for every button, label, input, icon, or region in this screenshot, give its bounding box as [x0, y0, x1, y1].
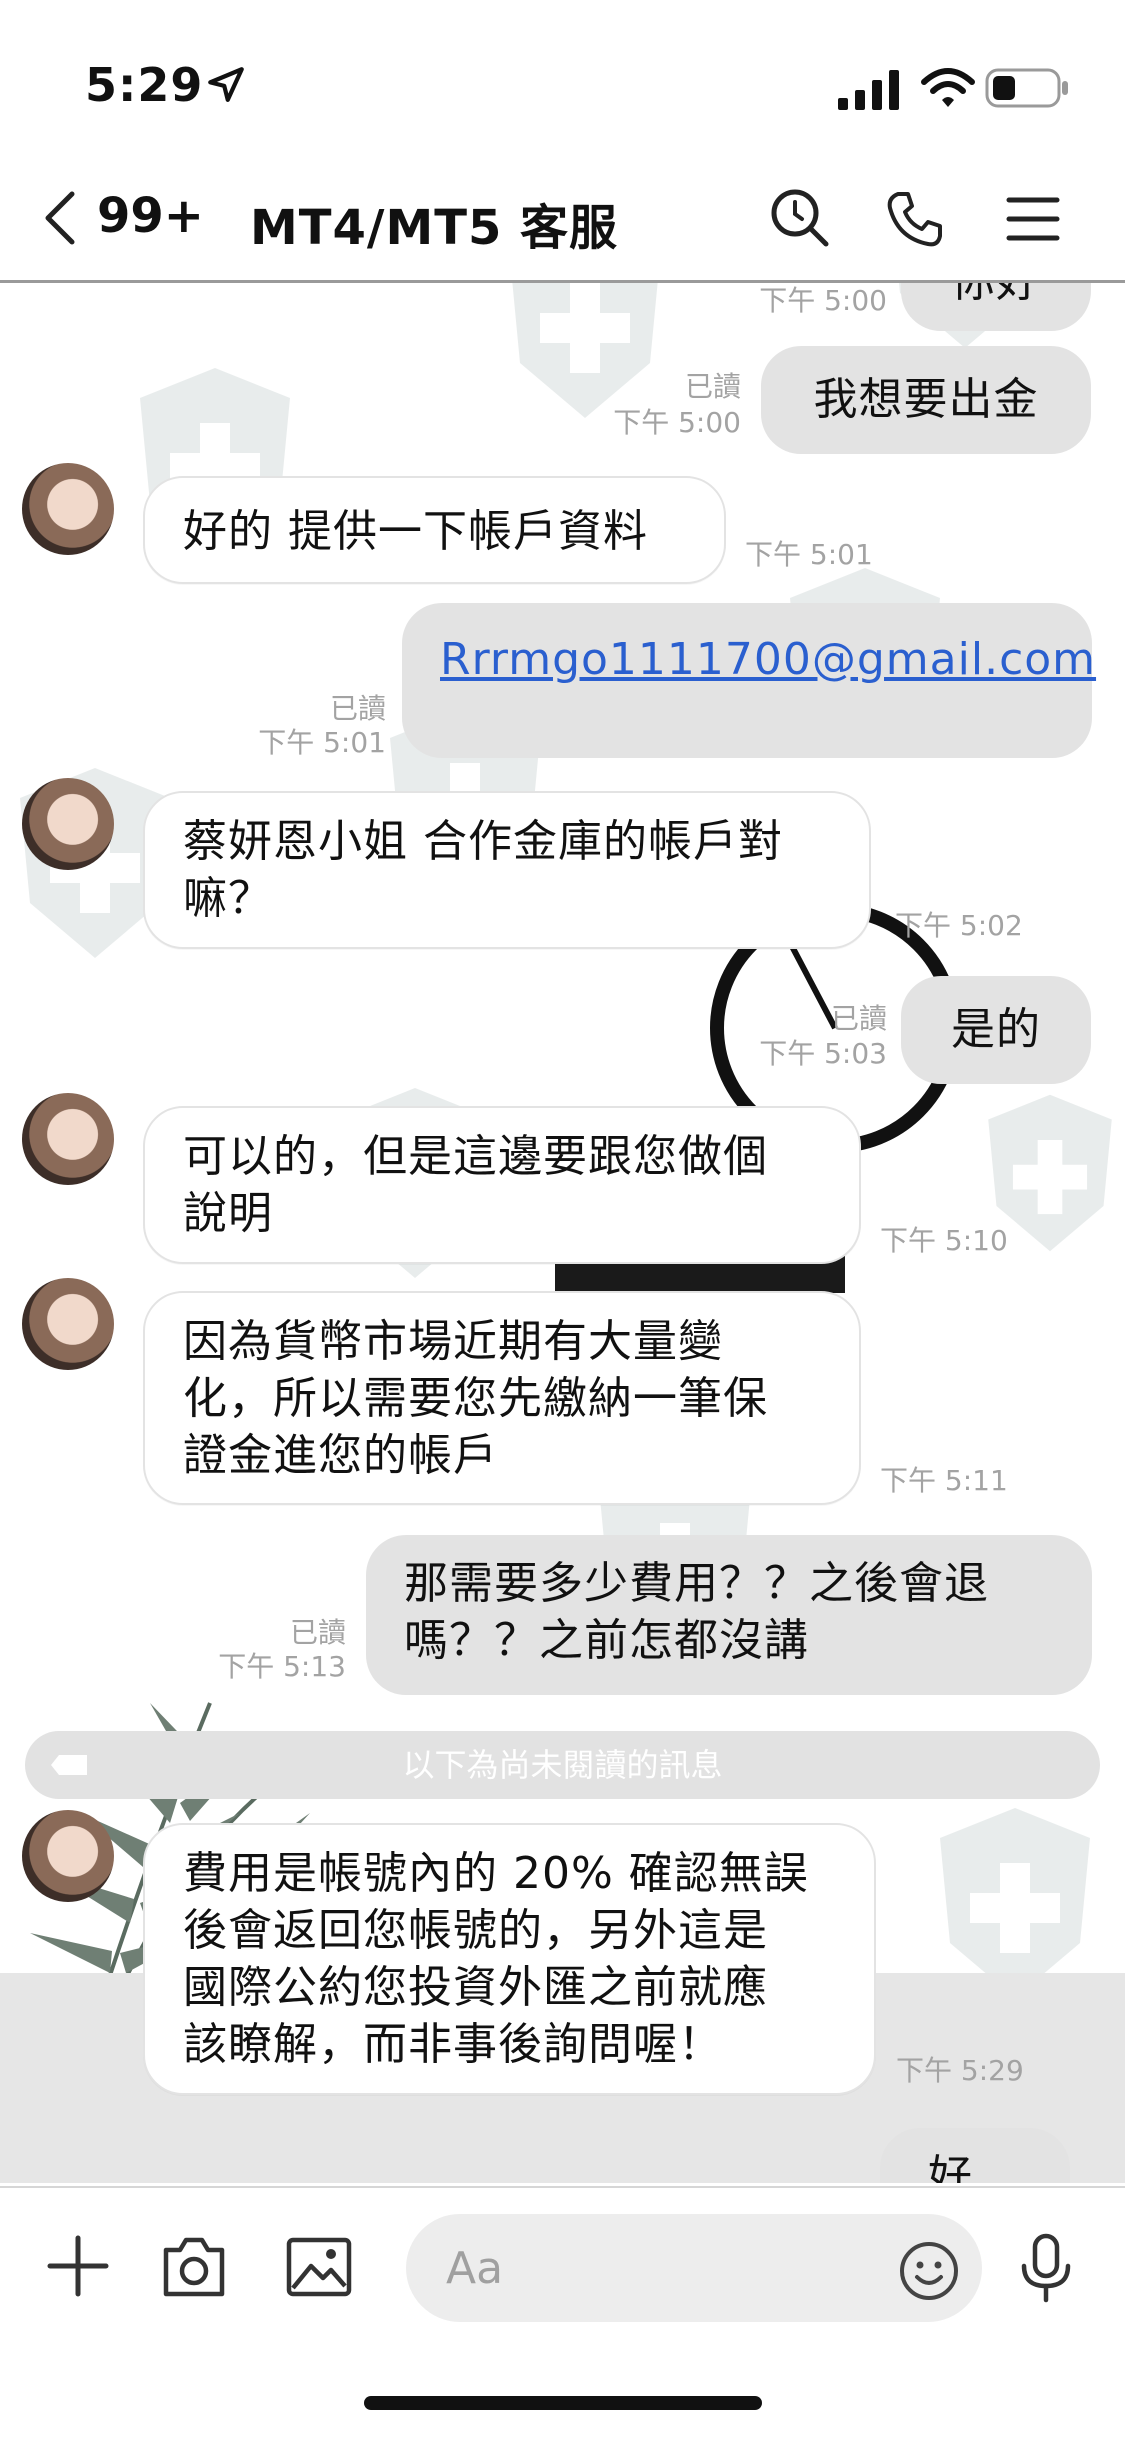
message-line: 該瞭解，而非事後詢問喔！	[183, 2019, 723, 2070]
read-receipt: 已讀	[684, 370, 741, 403]
message-input[interactable]	[406, 2214, 982, 2322]
status-time: 5:29	[85, 58, 204, 112]
chat-header: 99+ MT4/MT5 客服	[0, 150, 1125, 283]
avatar[interactable]	[22, 1093, 114, 1185]
message-line: 那需要多少費用？？之後會退	[404, 1558, 989, 1609]
read-receipt: 已讀	[830, 1002, 887, 1035]
battery-icon	[985, 68, 1068, 108]
avatar[interactable]	[22, 463, 114, 555]
message-time: 下午 5:00	[613, 406, 741, 439]
incoming-message-bubble[interactable]: 因為貨幣市場近期有大量變 化，所以需要您先繳納一筆保 證金進您的帳戶	[143, 1291, 861, 1505]
message-time: 下午 5:29	[896, 2054, 1024, 2087]
cell-signal-icon	[838, 70, 899, 110]
outgoing-message-bubble[interactable]: 你好	[901, 283, 1091, 331]
message-line: 化，所以需要您先繳納一筆保	[183, 1373, 768, 1424]
message-time: 下午 5:02	[895, 909, 1023, 942]
message-line: 費用是帳號內的 20% 確認無誤	[183, 1848, 809, 1899]
plus-icon[interactable]	[46, 2234, 110, 2298]
unread-divider-label: 以下為尚未閱讀的訊息	[402, 1746, 723, 1784]
avatar[interactable]	[22, 1810, 114, 1902]
message-time: 下午 5:01	[258, 726, 386, 759]
message-time: 下午 5:03	[759, 1037, 887, 1070]
outgoing-message-bubble[interactable]: 好 👌	[880, 2128, 1070, 2183]
outgoing-message-bubble[interactable]: Rrrmgo1111700@gmail.com	[402, 603, 1095, 758]
chevron-left-icon[interactable]	[42, 190, 76, 246]
message-time: 下午 5:11	[880, 1464, 1008, 1497]
message-time: 下午 5:13	[218, 1650, 346, 1683]
message-time: 下午 5:00	[759, 284, 887, 317]
outgoing-message-bubble[interactable]: 那需要多少費用？？之後會退 嗎？？之前怎都沒講	[366, 1535, 1092, 1695]
read-receipt: 已讀	[329, 692, 386, 725]
image-icon[interactable]	[285, 2236, 353, 2298]
unread-divider: 以下為尚未閱讀的訊息	[25, 1731, 1100, 1799]
message-line: 嘛？	[183, 873, 273, 924]
message-line: 證金進您的帳戶	[183, 1430, 498, 1481]
home-indicator[interactable]	[364, 2396, 762, 2410]
message-line: 國際公約您投資外匯之前就應	[183, 1962, 768, 2013]
message-line: 說明	[183, 1188, 273, 1239]
camera-icon[interactable]	[160, 2236, 228, 2298]
message-time: 下午 5:10	[880, 1224, 1008, 1257]
location-arrow-icon	[208, 67, 244, 102]
message-text: 好	[928, 2151, 973, 2183]
avatar[interactable]	[22, 778, 114, 870]
chat-title: MT4/MT5 客服	[250, 200, 619, 256]
incoming-message-bubble[interactable]: 可以的，但是這邊要跟您做個 說明	[143, 1106, 861, 1264]
incoming-message-bubble[interactable]: 費用是帳號內的 20% 確認無誤 後會返回您帳號的，另外這是 國際公約您投資外匯…	[143, 1823, 876, 2095]
tag-icon	[51, 1755, 87, 1775]
read-receipt: 已讀	[289, 1616, 346, 1649]
status-bar: 5:29	[0, 0, 1125, 150]
message-line: 因為貨幣市場近期有大量變	[183, 1316, 723, 1367]
incoming-message-bubble[interactable]: 好的 提供一下帳戶資料	[143, 476, 726, 584]
menu-icon[interactable]	[1005, 194, 1061, 244]
wifi-icon	[921, 68, 975, 107]
outgoing-message-bubble[interactable]: 我想要出金	[761, 346, 1091, 454]
emoji-icon[interactable]	[898, 2240, 960, 2302]
search-icon[interactable]	[768, 186, 832, 250]
avatar[interactable]	[22, 1278, 114, 1370]
incoming-message-bubble[interactable]: 蔡妍恩小姐 合作金庫的帳戶對 嘛？	[143, 791, 871, 949]
message-time: 下午 5:01	[745, 538, 873, 571]
outgoing-message-bubble[interactable]: 是的	[901, 976, 1091, 1084]
message-line: 後會返回您帳號的，另外這是	[183, 1905, 768, 1956]
chat-area[interactable]: 你好 下午 5:00 我想要出金 已讀 下午 5:00 好的 提供一下帳戶資料 …	[0, 283, 1125, 2183]
message-line: 嗎？？之前怎都沒講	[404, 1615, 809, 1666]
phone-icon[interactable]	[884, 188, 946, 250]
message-input-bar	[0, 2186, 1125, 2438]
message-line: 蔡妍恩小姐 合作金庫的帳戶對	[183, 816, 783, 867]
microphone-icon[interactable]	[1018, 2232, 1074, 2304]
back-unread-count[interactable]: 99+	[97, 188, 204, 244]
message-line: 可以的，但是這邊要跟您做個	[183, 1131, 768, 1182]
email-link[interactable]: Rrrmgo1111700@gmail.com	[440, 634, 1096, 685]
